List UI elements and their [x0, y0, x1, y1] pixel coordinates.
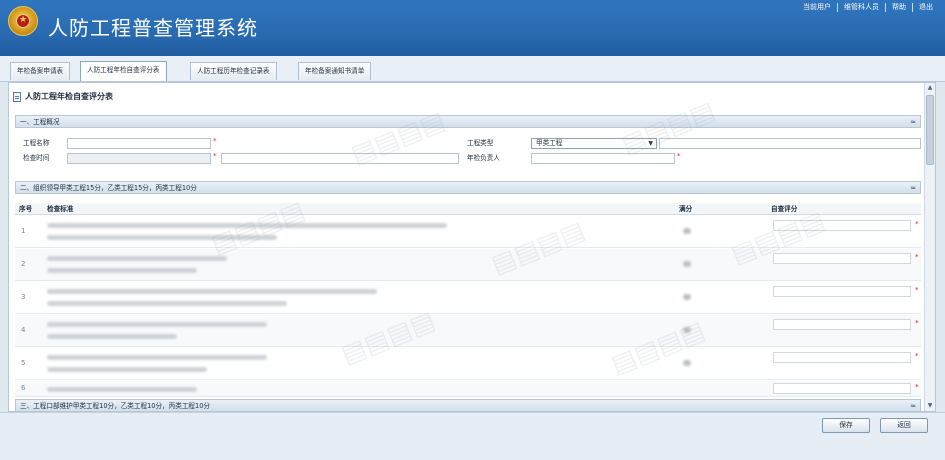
required-mark: *: [915, 220, 919, 228]
collapse-icon[interactable]: ≈: [910, 182, 916, 194]
tab-annual-filing-application[interactable]: 年检备案申请表: [10, 62, 71, 80]
blurred-score: [683, 327, 691, 333]
responsible-person-label: 年检负责人: [467, 154, 500, 162]
section-overview-title: 一、工程概况: [20, 118, 60, 126]
row-number: 4: [21, 326, 26, 334]
project-type-select[interactable]: 甲类工程 ▼: [531, 138, 657, 149]
blurred-text: [47, 289, 377, 294]
form-title: 人防工程年检自查评分表: [25, 92, 113, 101]
required-mark: *: [915, 286, 919, 294]
table-row: 3 *: [15, 282, 921, 314]
self-score-input[interactable]: [773, 352, 911, 363]
blurred-text: [47, 301, 287, 306]
blurred-text: [47, 268, 197, 273]
blurred-score: [683, 261, 691, 267]
blurred-text: [47, 355, 267, 360]
form-row-date-person: 检查时间 * 年检负责人 *: [15, 151, 921, 165]
required-mark: *: [915, 383, 919, 391]
column-index: 序号: [19, 205, 33, 213]
required-mark: *: [213, 152, 217, 160]
scroll-up-arrow-icon[interactable]: ▲: [926, 84, 934, 92]
required-mark: *: [915, 352, 919, 360]
blurred-text: [47, 256, 227, 261]
vertical-scrollbar[interactable]: ▲ ▼: [924, 83, 935, 411]
table-row: 5 *: [15, 348, 921, 380]
blurred-text: [47, 367, 207, 372]
row-number: 2: [21, 260, 26, 268]
blurred-text: [47, 223, 447, 228]
self-score-input[interactable]: [773, 220, 911, 231]
table-row: 1 *: [15, 216, 921, 248]
required-mark: *: [915, 319, 919, 327]
required-mark: *: [677, 152, 681, 160]
section-entrance-maintenance-title: 三、工程口部维护甲类工程10分，乙类工程10分，丙类工程10分: [20, 402, 211, 410]
row-number: 3: [21, 293, 26, 301]
blurred-text: [47, 235, 277, 240]
current-user-label: 当前用户: [797, 3, 838, 12]
user-role-link[interactable]: 维管科人员: [838, 3, 886, 12]
inspection-date-label: 检查时间: [23, 154, 50, 162]
project-type-extra-field[interactable]: [659, 138, 921, 149]
blurred-text: [47, 387, 197, 392]
project-name-input[interactable]: [67, 138, 211, 149]
inspection-date-extra-field[interactable]: [221, 153, 459, 164]
collapse-icon[interactable]: ≈: [910, 116, 916, 128]
form-row-name-type: 工程名称 * 工程类型 甲类工程 ▼: [15, 136, 921, 150]
section-entrance-maintenance-header[interactable]: 三、工程口部维护甲类工程10分，乙类工程10分，丙类工程10分 ≈: [15, 399, 921, 411]
self-score-input[interactable]: [773, 286, 911, 297]
scrollbar-thumb[interactable]: [926, 95, 934, 165]
table-row: 4 *: [15, 315, 921, 347]
row-number: 1: [21, 227, 26, 235]
app-header: ★ 人防工程普查管理系统 当前用户 维管科人员 帮助 退出: [0, 0, 945, 56]
column-standard: 检查标准: [47, 205, 74, 213]
help-link[interactable]: 帮助: [886, 3, 913, 12]
column-full-score: 满分: [679, 205, 693, 213]
row-number: 5: [21, 359, 26, 367]
action-footer: 保存 返回: [0, 412, 945, 460]
self-score-input[interactable]: [773, 383, 911, 394]
tab-self-check-score[interactable]: 人防工程年检自查评分表: [80, 61, 167, 81]
tab-inspection-history[interactable]: 人防工程历年检查记录表: [190, 62, 277, 80]
score-table-header: 序号 检查标准 满分 自查评分: [15, 203, 921, 215]
top-navigation: 当前用户 维管科人员 帮助 退出: [797, 3, 939, 12]
project-type-label: 工程类型: [467, 139, 494, 147]
blurred-score: [683, 360, 691, 366]
self-score-input[interactable]: [773, 253, 911, 264]
form-panel: 人防工程年检自查评分表 一、工程概况 ≈ 工程名称 * 工程类型 甲类工程 ▼ …: [8, 82, 936, 412]
column-self-score: 自查评分: [771, 205, 798, 213]
collapse-icon[interactable]: ≈: [910, 400, 916, 411]
logout-link[interactable]: 退出: [913, 3, 939, 12]
project-name-label: 工程名称: [23, 139, 50, 147]
required-mark: *: [213, 137, 217, 145]
table-row: 2 *: [15, 249, 921, 281]
document-icon: [13, 92, 21, 102]
blurred-score: [683, 228, 691, 234]
required-mark: *: [915, 253, 919, 261]
blurred-score: [683, 294, 691, 300]
section-organization-header[interactable]: 二、组织领导甲类工程15分，乙类工程15分，丙类工程10分 ≈: [15, 181, 921, 194]
blurred-text: [47, 334, 177, 339]
self-score-input[interactable]: [773, 319, 911, 330]
row-number: 6: [21, 384, 26, 392]
section-organization-title: 二、组织领导甲类工程15分，乙类工程15分，丙类工程10分: [20, 184, 197, 192]
back-button[interactable]: 返回: [880, 418, 928, 433]
project-type-value: 甲类工程: [536, 139, 563, 147]
table-row: 6 *: [15, 381, 921, 397]
app-title: 人防工程普查管理系统: [48, 16, 258, 40]
blurred-text: [47, 322, 267, 327]
responsible-person-input[interactable]: [531, 153, 675, 164]
tab-filing-notice-list[interactable]: 年检备案通知书清单: [298, 62, 372, 80]
scroll-down-arrow-icon[interactable]: ▼: [926, 402, 934, 410]
dropdown-arrow-icon: ▼: [648, 140, 653, 147]
save-button[interactable]: 保存: [822, 418, 870, 433]
section-overview-header[interactable]: 一、工程概况 ≈: [15, 115, 921, 128]
inspection-date-input[interactable]: [67, 153, 211, 164]
tab-bar: 年检备案申请表 人防工程年检自查评分表 人防工程历年检查记录表 年检备案通知书清…: [0, 56, 945, 82]
emblem-logo-icon: ★: [8, 6, 38, 36]
